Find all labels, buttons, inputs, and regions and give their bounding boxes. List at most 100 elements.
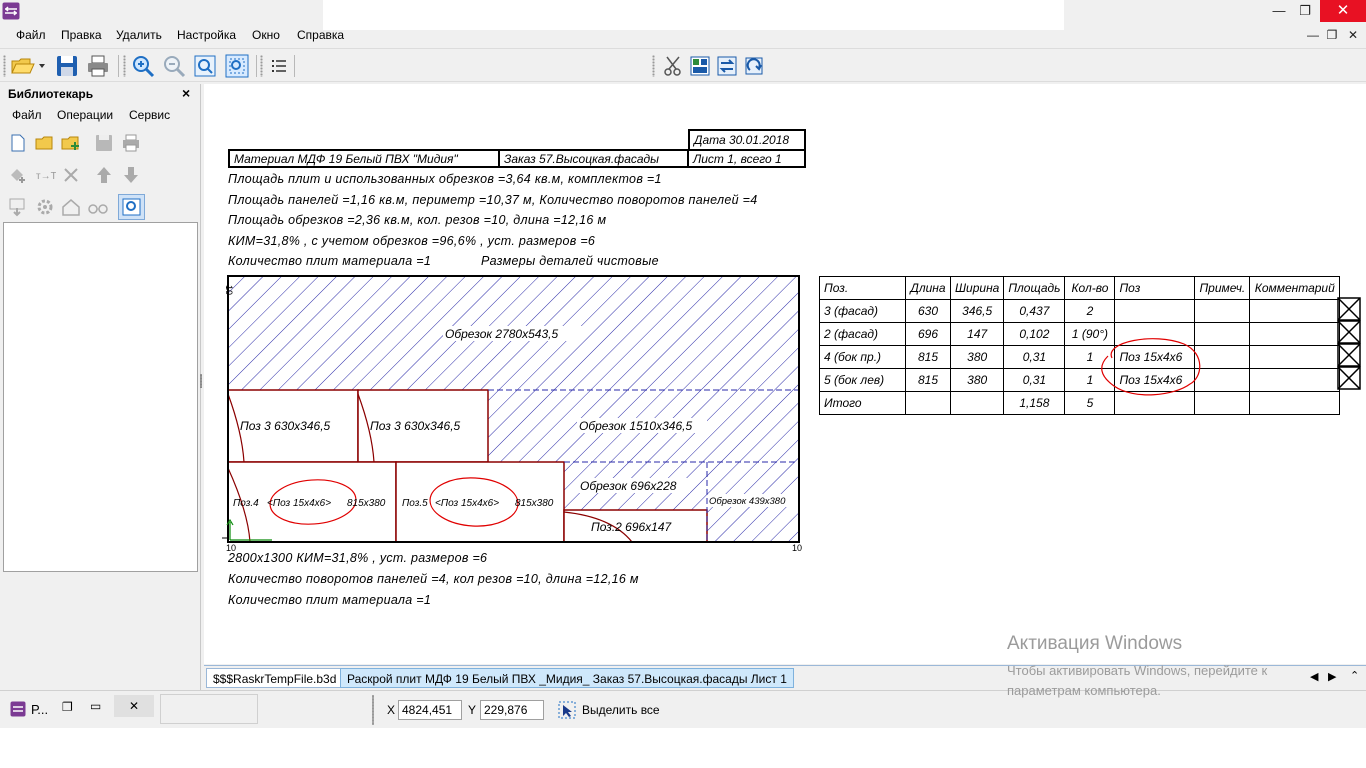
label-pos2: Поз.2 696x147: [591, 520, 673, 534]
lib-preview-button[interactable]: [118, 194, 145, 220]
y-label: Y: [468, 703, 477, 717]
table-row[interactable]: 3 (фасад) 630 346,5 0,437 2: [819, 299, 1341, 323]
select-cursor-icon: [558, 701, 576, 719]
add-object-icon: [11, 169, 25, 183]
zoom-out-button[interactable]: [161, 53, 187, 79]
toolbar-grip[interactable]: [3, 55, 6, 77]
label-pos4-prefix: Поз.4: [233, 498, 259, 509]
lib-rename-button[interactable]: т→Т: [34, 164, 57, 186]
librarian-menu-file[interactable]: Файл: [12, 108, 42, 122]
lib-open-button[interactable]: [34, 132, 56, 154]
lib-glasses-button[interactable]: [87, 196, 109, 218]
app-icon: [2, 2, 20, 20]
tab-cutting-sheet[interactable]: Раскрой плит МДФ 19 Белый ПВХ _Мидия_ За…: [340, 668, 794, 688]
save-icon: [96, 135, 112, 151]
menu-file[interactable]: Файл: [16, 28, 46, 42]
lib-move-down-button[interactable]: [120, 164, 142, 186]
panel-splitter[interactable]: [200, 374, 202, 388]
librarian-menu-service[interactable]: Сервис: [129, 108, 170, 122]
document-tabs: $$$RaskrTempFile.b3d Раскрой плит МДФ 19…: [204, 665, 1366, 689]
toolbar-separator: [256, 55, 257, 77]
menu-settings[interactable]: Настройка: [177, 28, 236, 42]
x-label: X: [387, 703, 396, 717]
librarian-panel: Библиотекарь × Файл Операции Сервис т→Т: [0, 84, 202, 690]
y-coordinate-field[interactable]: 229,876: [480, 700, 544, 720]
print-button[interactable]: [85, 53, 111, 79]
scissors-icon: [664, 56, 681, 76]
label-pos5-size: 815x380: [515, 498, 554, 509]
lib-delete-button[interactable]: [60, 164, 82, 186]
printer-icon: [123, 134, 139, 152]
minimized-window[interactable]: Р... ❐ ▭ ✕: [2, 694, 158, 724]
mdi-restore-button[interactable]: ❐: [1325, 28, 1339, 42]
tab-collapse-button[interactable]: ⌃: [1350, 669, 1359, 682]
toolbar-grip[interactable]: [260, 55, 263, 77]
zoom-fit-button[interactable]: [192, 53, 218, 79]
zoom-fit-icon: [194, 55, 216, 77]
info-line-panels: Площадь панелей =1,16 кв.м, периметр =10…: [228, 193, 758, 207]
info-line-offcuts: Площадь обрезков =2,36 кв.м, кол. резов …: [228, 213, 607, 227]
zoom-in-button[interactable]: [130, 53, 156, 79]
restore-button[interactable]: ❐: [1290, 0, 1320, 22]
menu-help[interactable]: Справка: [297, 28, 344, 42]
drawing-canvas[interactable]: Дата 30.01.2018 Материал МДФ 19 Белый ПВ…: [204, 84, 1366, 664]
menu-delete[interactable]: Удалить: [116, 28, 162, 42]
librarian-title: Библиотекарь: [8, 87, 94, 101]
table-row[interactable]: 2 (фасад) 696 147 0,102 1 (90°): [819, 322, 1341, 346]
mdi-minimize-button[interactable]: —: [1306, 28, 1320, 42]
arrow-up-icon: [97, 167, 111, 183]
table-header: Поз: [1114, 276, 1196, 300]
table-cell: [1114, 299, 1196, 323]
table-header: Ширина: [949, 276, 1005, 300]
lib-settings-button[interactable]: [34, 196, 56, 218]
mdi-close-button[interactable]: ✕: [1346, 28, 1360, 42]
lib-new-button[interactable]: [7, 132, 29, 154]
statusbar-grip[interactable]: [372, 695, 374, 725]
close-button[interactable]: ✕: [1320, 0, 1366, 22]
open-folder-button[interactable]: [10, 53, 45, 79]
mini-maximize-button[interactable]: ▭: [90, 699, 101, 713]
toolbar-grip[interactable]: [652, 55, 655, 77]
sheet-cell: Лист 1, всего 1: [688, 149, 806, 168]
table-cell: 0,31: [1003, 368, 1066, 392]
librarian-close-button[interactable]: ×: [182, 85, 190, 101]
x-coordinate-field[interactable]: 4824,451: [398, 700, 462, 720]
mini-restore-button[interactable]: ❐: [62, 700, 73, 714]
cutting-layout[interactable]: Обрезок 2780x543,5 Поз 3 630x346,5 Поз 3…: [212, 272, 812, 552]
lib-add-object-button[interactable]: [7, 164, 29, 186]
layout-tool-button[interactable]: [687, 53, 713, 79]
table-header: Длина: [905, 276, 951, 300]
lib-save-button[interactable]: [93, 132, 115, 154]
menu-window[interactable]: Окно: [252, 28, 280, 42]
zoom-out-icon: [164, 56, 186, 78]
mini-close-button[interactable]: ✕: [114, 695, 154, 717]
lib-add-folder-button[interactable]: [60, 132, 82, 154]
lib-print-button[interactable]: [120, 132, 142, 154]
menu-edit[interactable]: Правка: [61, 28, 102, 42]
save-button[interactable]: [54, 53, 80, 79]
table-row[interactable]: 4 (бок пр.) 815 380 0,31 1 Поз 15x4x6: [819, 345, 1341, 369]
table-row[interactable]: 5 (бок лев) 815 380 0,31 1 Поз 15x4x6: [819, 368, 1341, 392]
lib-move-up-button[interactable]: [93, 164, 115, 186]
toolbar: [0, 48, 1366, 82]
zoom-window-button[interactable]: [224, 53, 250, 79]
librarian-menu-operations[interactable]: Операции: [57, 108, 113, 122]
tab-prev-button[interactable]: ◀: [1310, 670, 1318, 683]
lib-house-button[interactable]: [60, 196, 82, 218]
select-all-button[interactable]: Выделить все: [556, 700, 664, 722]
list-button[interactable]: [266, 53, 292, 79]
swap-tool-button[interactable]: [714, 53, 740, 79]
lib-insert-button[interactable]: [7, 196, 29, 218]
toolbar-grip[interactable]: [123, 55, 126, 77]
table-cell: 0,437: [1003, 299, 1066, 323]
library-tree[interactable]: [3, 222, 198, 572]
tab-temp-file[interactable]: $$$RaskrTempFile.b3d: [206, 668, 344, 688]
table-cell: 815: [905, 368, 951, 392]
rotate-tool-button[interactable]: [741, 53, 767, 79]
cut-tool-button[interactable]: [660, 53, 686, 79]
info-line-area: Площадь плит и использованных обрезков =…: [228, 172, 662, 186]
table-cell: 346,5: [949, 299, 1005, 323]
label-offcut-top: Обрезок 2780x543,5: [445, 327, 558, 341]
tab-next-button[interactable]: ▶: [1328, 670, 1336, 683]
table-total-row: Итого 1,158 5: [819, 391, 1341, 415]
